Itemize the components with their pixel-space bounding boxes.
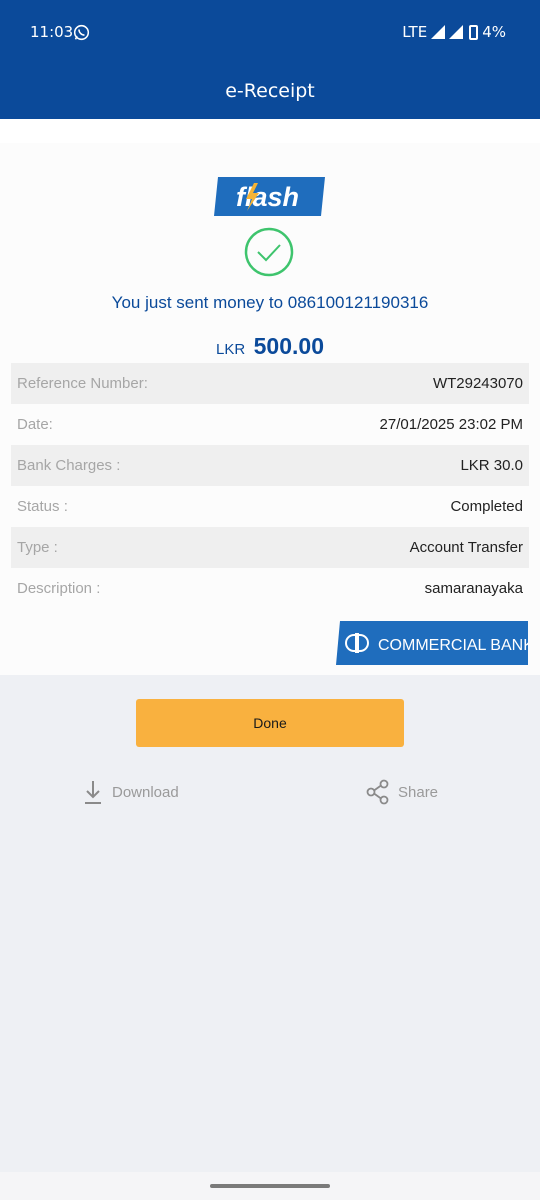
whatsapp-icon [73,24,90,41]
amount-value: 500.00 [253,333,324,359]
sent-message: You just sent money to 086100121190316 [111,293,429,312]
detail-row-status: Status : Completed [11,486,529,527]
flash-logo-text: flash [236,182,299,212]
status-time: 11:03 [30,23,74,41]
flash-logo: flash [214,177,325,216]
page-title: e-Receipt [225,80,315,102]
detail-value: Completed [450,498,523,515]
detail-row-description: Description : samaranayaka [11,568,529,609]
battery-level: 4% [482,23,506,41]
amount: LKR 500.00 [0,333,540,360]
done-button[interactable]: Done [136,699,404,747]
detail-row-type: Type : Account Transfer [11,527,529,568]
detail-label: Reference Number: [17,375,148,392]
receipt-body: flash You just sent money to 08610012119… [0,143,540,675]
detail-value: Account Transfer [409,539,523,556]
bank-logo-text: COMMERCIAL BANK [378,637,528,654]
network-label: LTE [402,23,428,41]
download-button[interactable]: Download [82,779,179,805]
detail-label: Bank Charges : [17,457,121,474]
share-label: Share [398,783,439,801]
success-check-icon [244,227,294,277]
share-button[interactable]: Share [366,779,438,805]
app-bar: e-Receipt [0,64,540,119]
detail-value: samaranayaka [424,580,523,597]
home-gesture-handle[interactable] [210,1184,330,1188]
status-bar: 11:03 LTE 4% [0,0,540,64]
detail-value: WT29243070 [432,375,523,392]
detail-value: 27/01/2025 23:02 PM [379,416,523,433]
receipt-card: flash You just sent money to 08610012119… [0,119,540,675]
status-indicators: LTE 4% [402,23,506,41]
details-list: Reference Number: WT29243070 Date: 27/01… [11,363,529,609]
commercial-bank-logo: COMMERCIAL BANK [336,621,528,665]
download-label: Download [112,783,179,801]
download-icon [85,781,101,804]
battery-icon [469,24,479,40]
detail-row-date: Date: 27/01/2025 23:02 PM [11,404,529,445]
detail-label: Status : [17,498,68,515]
detail-value: LKR 30.0 [460,457,523,474]
detail-label: Description : [17,580,101,597]
signal-icon [431,25,446,39]
share-icon [366,779,389,805]
signal-icon-2 [449,25,464,39]
detail-row-reference: Reference Number: WT29243070 [11,363,529,404]
detail-label: Type : [17,539,58,556]
detail-row-bank-charges: Bank Charges : LKR 30.0 [11,445,529,486]
detail-label: Date: [17,416,53,433]
amount-currency: LKR [216,341,246,358]
